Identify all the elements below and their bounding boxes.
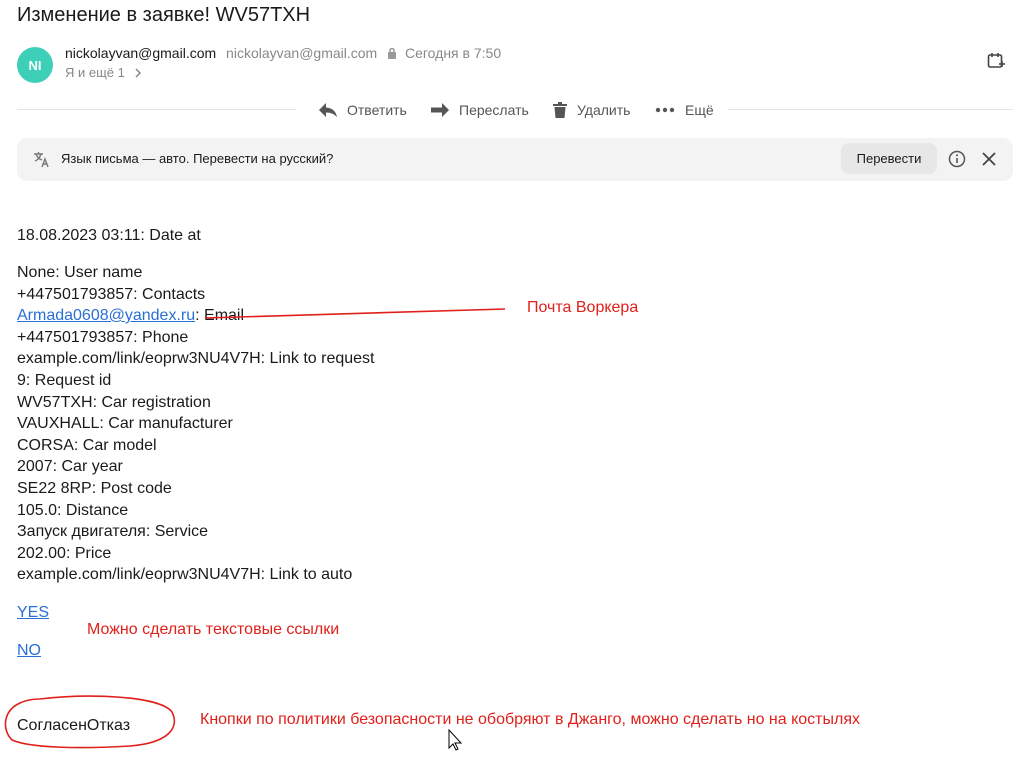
sender-name[interactable]: nickolayvan@gmail.com xyxy=(65,45,216,61)
forward-button[interactable]: Переслать xyxy=(431,100,529,120)
divider xyxy=(17,109,296,110)
recipients-toggle[interactable]: Я и ещё 1 xyxy=(65,65,143,80)
car-registration-line: WV57TXH: Car registration xyxy=(17,394,211,411)
car-model-line: CORSA: Car model xyxy=(17,437,157,454)
lock-icon xyxy=(387,46,397,62)
delete-label: Удалить xyxy=(577,102,631,118)
car-manufacturer-line: VAUXHALL: Car manufacturer xyxy=(17,415,233,432)
link-request-line: example.com/link/eoprw3NU4V7H: Link to r… xyxy=(17,350,375,367)
yes-link[interactable]: YES xyxy=(17,604,49,621)
divider xyxy=(728,109,1013,110)
annotation-worker-email: Почта Воркера xyxy=(527,299,639,316)
reply-button[interactable]: Ответить xyxy=(319,100,407,120)
link-auto-line: example.com/link/eoprw3NU4V7H: Link to a… xyxy=(17,566,353,583)
translate-button[interactable]: Перевести xyxy=(841,143,937,174)
phone-line: +447501793857: Phone xyxy=(17,329,189,346)
translate-icon xyxy=(33,151,50,173)
email-line: Armada0608@yandex.ru: Email xyxy=(17,305,244,326)
no-link[interactable]: NO xyxy=(17,642,41,659)
request-id-line: 9: Request id xyxy=(17,372,112,389)
calendar-add-icon[interactable] xyxy=(987,52,1005,75)
no-link-line: NO xyxy=(17,640,41,661)
sender-line: nickolayvan@gmail.com nickolayvan@gmail.… xyxy=(65,45,501,62)
contacts-line: +447501793857: Contacts xyxy=(17,286,206,303)
forward-label: Переслать xyxy=(459,102,529,118)
accept-decline-buttons[interactable]: СогласенОтказ xyxy=(17,715,130,736)
reply-icon xyxy=(319,103,337,117)
email-line-suffix: : Email xyxy=(195,307,245,324)
reply-label: Ответить xyxy=(347,102,407,118)
yes-link-line: YES xyxy=(17,602,49,623)
car-year-line: 2007: Car year xyxy=(17,458,123,475)
date-line: 18.08.2023 03:11: Date at xyxy=(17,227,201,244)
user-name-line: None: User name xyxy=(17,264,143,281)
translate-message: Язык письма — авто. Перевести на русский… xyxy=(61,151,334,166)
chevron-right-icon xyxy=(129,65,143,80)
info-icon[interactable] xyxy=(948,150,966,173)
avatar[interactable]: NI xyxy=(17,47,53,83)
email-subject: Изменение в заявке! WV57TXH xyxy=(17,4,311,26)
price-line: 202.00: Price xyxy=(17,545,112,562)
email-time: Сегодня в 7:50 xyxy=(404,45,502,61)
worker-email-link[interactable]: Armada0608@yandex.ru xyxy=(17,307,195,324)
service-line: Запуск двигателя: Service xyxy=(17,523,209,540)
annotation-text-links: Можно сделать текстовые ссылки xyxy=(87,621,340,638)
close-icon[interactable] xyxy=(981,151,997,172)
more-dots-icon xyxy=(655,107,675,113)
annotation-arrow-line xyxy=(204,308,506,319)
distance-line: 105.0: Distance xyxy=(17,502,129,519)
post-code-line: SE22 8RP: Post code xyxy=(17,480,172,497)
more-button[interactable]: Ещё xyxy=(655,100,714,120)
more-label: Ещё xyxy=(685,102,714,118)
trash-icon xyxy=(553,102,567,118)
sender-address[interactable]: nickolayvan@gmail.com xyxy=(226,45,377,61)
recipients-label: Я и ещё 1 xyxy=(65,65,125,80)
annotation-buttons-note: Кнопки по политики безопасности не обобр… xyxy=(200,711,860,728)
translate-bar: Язык письма — авто. Перевести на русский… xyxy=(17,138,1013,181)
delete-button[interactable]: Удалить xyxy=(553,100,630,120)
mouse-cursor-icon xyxy=(448,728,463,751)
forward-icon xyxy=(431,103,449,117)
